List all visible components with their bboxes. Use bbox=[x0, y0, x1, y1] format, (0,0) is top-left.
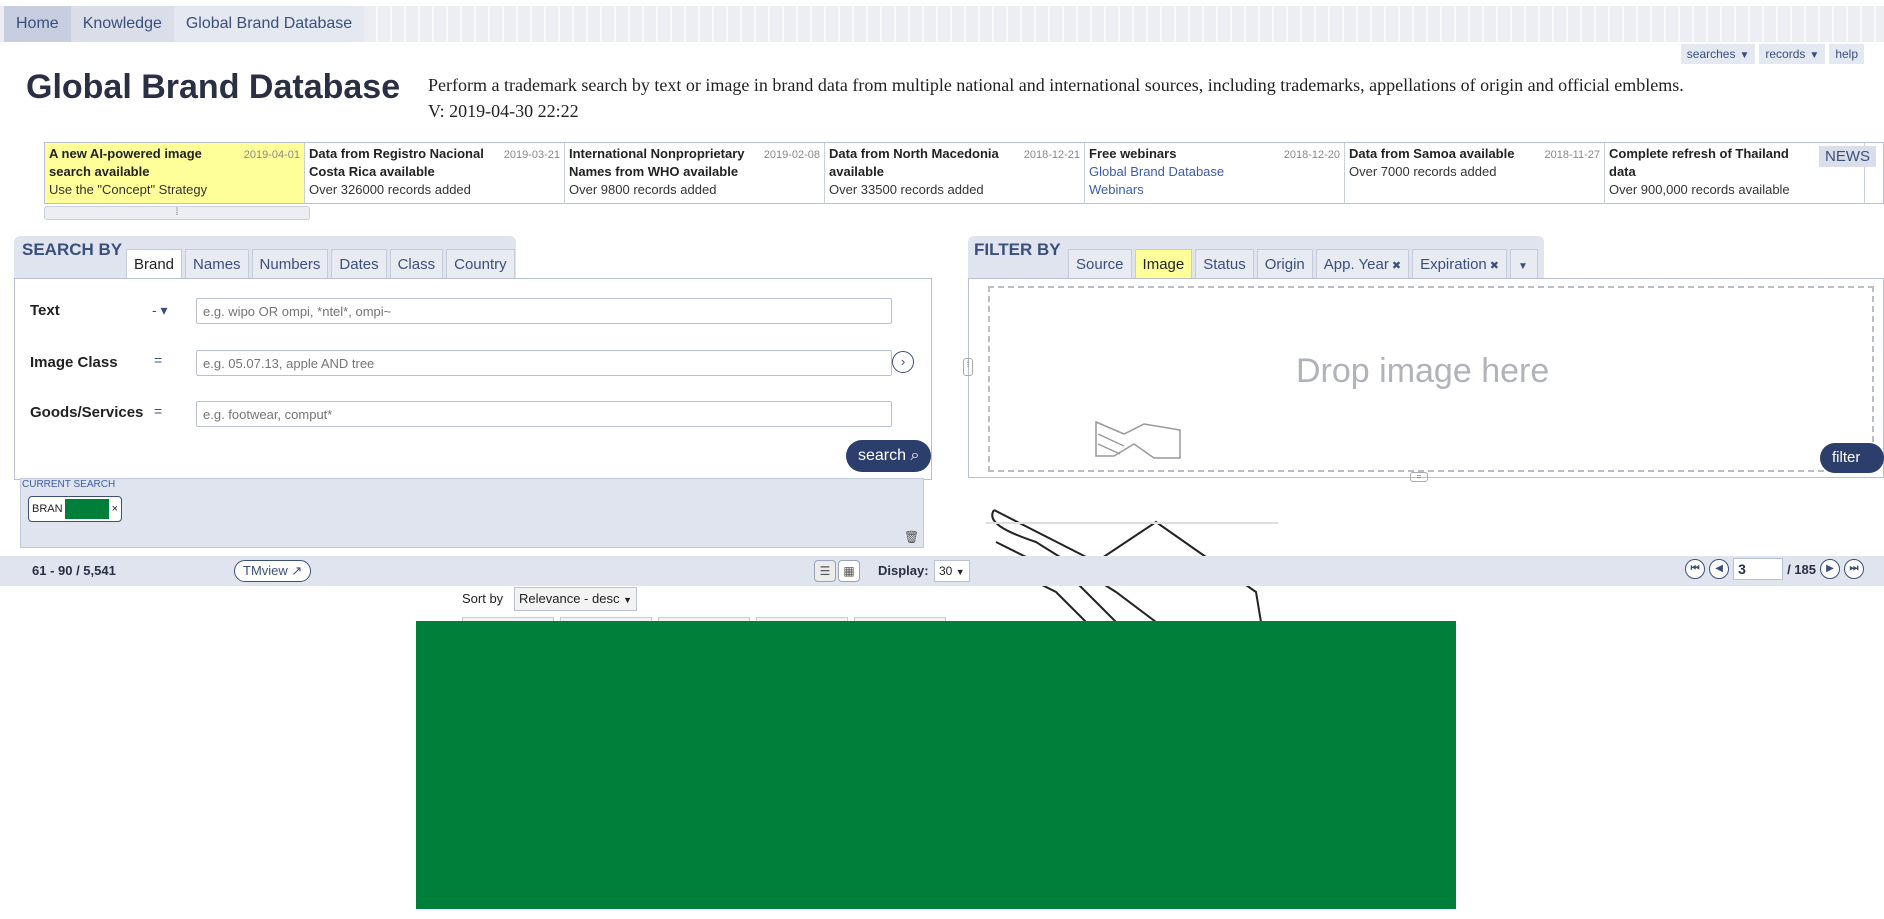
goods-services-input[interactable] bbox=[196, 401, 892, 427]
current-search-panel bbox=[20, 478, 924, 548]
webinars-link[interactable]: Global Brand Database Webinars bbox=[1089, 163, 1249, 199]
drop-image-text: Drop image here bbox=[1296, 352, 1550, 390]
breadcrumb-home[interactable]: Home bbox=[4, 6, 71, 42]
tab-numbers[interactable]: Numbers bbox=[251, 249, 329, 279]
breadcrumb-knowledge[interactable]: Knowledge bbox=[70, 6, 174, 42]
news-item[interactable]: 2018-11-27 Data from Samoa available Ove… bbox=[1345, 143, 1605, 203]
redaction-mask bbox=[65, 499, 109, 519]
records-menu[interactable]: records ▼ bbox=[1759, 44, 1826, 64]
view-mode-toggle: ☰ ▦ bbox=[814, 560, 860, 582]
chevron-down-icon: ▼ bbox=[623, 595, 632, 605]
tab-source[interactable]: Source bbox=[1068, 249, 1132, 279]
results-count: 61 - 90 / 5,541 bbox=[32, 563, 116, 578]
grid-view-icon[interactable]: ▦ bbox=[838, 560, 860, 582]
tabs-more-button[interactable]: ▼ bbox=[1509, 249, 1538, 279]
tab-app-year[interactable]: App. Year ✖ bbox=[1315, 249, 1410, 279]
close-icon[interactable]: ✖ bbox=[1392, 260, 1401, 272]
tab-dates[interactable]: Dates bbox=[331, 249, 387, 279]
tab-brand[interactable]: Brand bbox=[126, 249, 183, 279]
searches-menu[interactable]: searches ▼ bbox=[1680, 44, 1756, 64]
current-search-chip[interactable]: BRAN × bbox=[28, 496, 122, 522]
goods-services-operator: = bbox=[154, 403, 163, 419]
search-icon: ⌕ bbox=[910, 447, 920, 464]
text-input[interactable] bbox=[196, 298, 892, 324]
image-class-label: Image Class bbox=[30, 354, 118, 371]
search-by-tabs: Brand Names Numbers Dates Class Country bbox=[126, 249, 518, 279]
total-pages: / 185 bbox=[1787, 561, 1816, 577]
news-item[interactable]: 2019-03-21 Data from Registro Nacional C… bbox=[305, 143, 565, 203]
redaction-block bbox=[416, 621, 1456, 909]
image-class-input[interactable] bbox=[196, 350, 892, 376]
news-item[interactable]: 2018-12-20 Free webinars Global Brand Da… bbox=[1085, 143, 1345, 203]
funnel-icon: ⏷ bbox=[1832, 479, 1845, 496]
search-button[interactable]: search ⌕ bbox=[846, 440, 932, 472]
chevron-down-icon: ▼ bbox=[955, 567, 965, 577]
tab-country[interactable]: Country bbox=[446, 249, 515, 279]
goods-services-label: Goods/Services bbox=[30, 404, 144, 421]
text-operator-select[interactable]: - ▾ bbox=[152, 302, 168, 319]
sort-select[interactable]: Relevance - desc ▼ bbox=[514, 587, 637, 611]
news-item[interactable]: 2019-02-08 International Nonproprietary … bbox=[565, 143, 825, 203]
tmview-button[interactable]: TMview ↗ bbox=[234, 560, 312, 582]
close-icon[interactable]: ✖ bbox=[1490, 260, 1499, 272]
panel-resize-handle[interactable]: ⁞ bbox=[963, 358, 973, 376]
filter-button[interactable]: filter ⏷ bbox=[1820, 443, 1884, 496]
tab-class[interactable]: Class bbox=[389, 249, 444, 279]
close-icon[interactable]: × bbox=[112, 497, 118, 521]
news-item[interactable]: 2018-12-21 Data from North Macedonia ava… bbox=[825, 143, 1085, 203]
filter-by-title: FILTER BY bbox=[974, 240, 1061, 259]
news-strip: 2019-04-01 A new AI-powered image search… bbox=[44, 142, 1884, 204]
display-count-select[interactable]: 30 ▼ bbox=[934, 560, 970, 582]
tab-names[interactable]: Names bbox=[185, 249, 249, 279]
top-right-menu: searches ▼ records ▼ help bbox=[1680, 44, 1864, 64]
page-description: Perform a trademark search by text or im… bbox=[428, 72, 1848, 124]
panel-collapse-handle[interactable]: = bbox=[1410, 472, 1428, 482]
current-search-title: CURRENT SEARCH bbox=[22, 479, 116, 490]
next-page-icon[interactable]: ▶ bbox=[1820, 559, 1840, 579]
image-class-browse-button[interactable]: › bbox=[892, 351, 914, 373]
breadcrumb-global-brand-database[interactable]: Global Brand Database bbox=[173, 6, 365, 42]
tab-image[interactable]: Image bbox=[1134, 249, 1193, 279]
tab-origin[interactable]: Origin bbox=[1256, 249, 1313, 279]
image-class-operator: = bbox=[154, 352, 163, 368]
divider bbox=[986, 522, 1278, 524]
page-title: Global Brand Database bbox=[26, 68, 401, 106]
filter-by-tabs: Source Image Status Origin App. Year ✖ Ex… bbox=[1068, 249, 1541, 279]
display-label: Display: bbox=[878, 563, 929, 578]
pagination: ⏮ ◀ 3 / 185 ▶ ⏭ bbox=[1685, 558, 1864, 580]
trash-icon[interactable]: 🗑 bbox=[904, 530, 919, 544]
tab-status[interactable]: Status bbox=[1195, 249, 1254, 279]
list-view-icon[interactable]: ☰ bbox=[814, 560, 836, 582]
external-link-icon: ↗ bbox=[291, 563, 303, 578]
news-scrollbar[interactable]: ⁞ bbox=[44, 206, 310, 220]
first-page-icon[interactable]: ⏮ bbox=[1685, 559, 1706, 579]
shoe-image-icon[interactable] bbox=[1094, 416, 1184, 460]
version-label: V: 2019-04-30 22:22 bbox=[428, 101, 579, 121]
chevron-down-icon: ▼ bbox=[1739, 50, 1750, 61]
news-badge[interactable]: NEWS bbox=[1819, 146, 1876, 167]
breadcrumb: Home Knowledge Global Brand Database bbox=[4, 6, 365, 42]
chevron-down-icon: ▼ bbox=[1809, 50, 1820, 61]
news-item[interactable]: 2019-04-01 A new AI-powered image search… bbox=[45, 143, 305, 203]
help-link[interactable]: help bbox=[1829, 44, 1864, 64]
tab-expiration[interactable]: Expiration ✖ bbox=[1412, 249, 1507, 279]
page-input[interactable]: 3 bbox=[1733, 558, 1784, 580]
search-by-title: SEARCH BY bbox=[22, 240, 123, 259]
chevron-down-icon: ▼ bbox=[1517, 261, 1528, 272]
text-field-label: Text bbox=[30, 302, 60, 319]
prev-page-icon[interactable]: ◀ bbox=[1709, 559, 1730, 579]
sort-label: Sort by bbox=[462, 591, 504, 606]
last-page-icon[interactable]: ⏭ bbox=[1844, 559, 1864, 579]
